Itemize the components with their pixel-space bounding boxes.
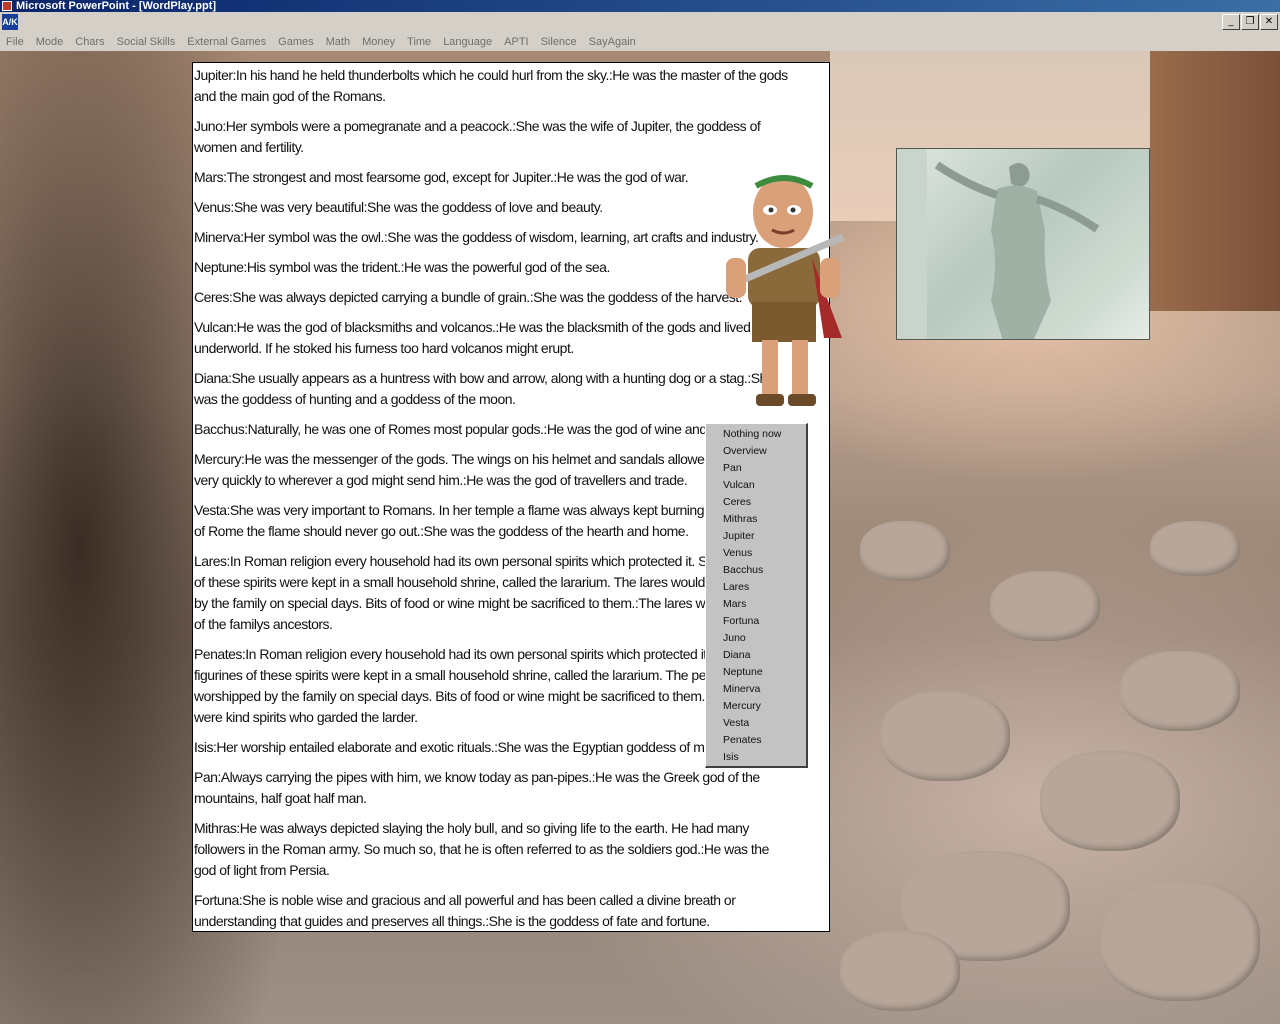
list-item-penates[interactable]: Penates bbox=[706, 732, 806, 749]
cobblestone bbox=[1100, 881, 1260, 1001]
god-description: Mithras:He was always depicted slaying t… bbox=[194, 820, 769, 878]
god-description: Penates:In Roman religion every househol… bbox=[194, 646, 794, 725]
god-description: Fortuna:She is noble wise and gracious a… bbox=[194, 892, 736, 929]
list-item-minerva[interactable]: Minerva bbox=[706, 681, 806, 698]
god-description: Vulcan:He was the god of blacksmiths and… bbox=[194, 319, 786, 356]
god-description: Mars:The strongest and most fearsome god… bbox=[194, 169, 689, 185]
menu-math[interactable]: Math bbox=[320, 36, 356, 48]
list-item-diana[interactable]: Diana bbox=[706, 647, 806, 664]
god-description: Lares:In Roman religion every household … bbox=[194, 553, 793, 632]
restore-button[interactable]: ❐ bbox=[1241, 14, 1259, 30]
menu-apti[interactable]: APTI bbox=[498, 36, 534, 48]
roman-soldier-icon bbox=[726, 175, 845, 406]
god-selection-list[interactable]: Nothing now Overview Pan Vulcan Ceres Mithras… bbox=[705, 423, 808, 768]
list-item-mars[interactable]: Mars bbox=[706, 596, 806, 613]
list-item-venus[interactable]: Venus bbox=[706, 545, 806, 562]
list-item-ceres[interactable]: Ceres bbox=[706, 494, 806, 511]
god-description: Isis:Her worship entailed elaborate and … bbox=[194, 739, 732, 755]
statue-figure-icon bbox=[897, 149, 1100, 339]
close-button[interactable]: ✕ bbox=[1260, 14, 1278, 30]
god-description: Pan:Always carrying the pipes with him, … bbox=[194, 769, 760, 806]
cobblestone bbox=[880, 691, 1010, 781]
menu-money[interactable]: Money bbox=[356, 36, 401, 48]
god-description: Jupiter:In his hand he held thunderbolts… bbox=[194, 67, 788, 104]
list-item-juno[interactable]: Juno bbox=[706, 630, 806, 647]
minimize-button[interactable]: _ bbox=[1222, 14, 1240, 30]
god-description: Ceres:She was always depicted carrying a… bbox=[194, 289, 743, 305]
god-description: Minerva:Her symbol was the owl.:She was … bbox=[194, 229, 759, 245]
title-bar: Microsoft PowerPoint - [WordPlay.ppt] bbox=[0, 0, 1280, 12]
god-description: Vesta:She was very important to Romans. … bbox=[194, 502, 783, 539]
menu-file[interactable]: File bbox=[0, 36, 30, 48]
god-description: Venus:She was very beautiful:She was the… bbox=[194, 199, 603, 215]
list-item-jupiter[interactable]: Jupiter bbox=[706, 528, 806, 545]
cobblestone bbox=[990, 571, 1100, 641]
god-description: Neptune:His symbol was the trident.:He w… bbox=[194, 259, 610, 275]
list-item-overview[interactable]: Overview bbox=[706, 443, 806, 460]
list-item-vulcan[interactable]: Vulcan bbox=[706, 477, 806, 494]
god-description: Diana:She usually appears as a huntress … bbox=[194, 370, 775, 407]
menu-silence[interactable]: Silence bbox=[535, 36, 583, 48]
list-item-isis[interactable]: Isis bbox=[706, 749, 806, 766]
menu-games[interactable]: Games bbox=[272, 36, 319, 48]
menu-sayagain[interactable]: SayAgain bbox=[583, 36, 642, 48]
menu-mode[interactable]: Mode bbox=[30, 36, 70, 48]
menu-social-skills[interactable]: Social Skills bbox=[111, 36, 182, 48]
cobblestone bbox=[840, 931, 960, 1011]
list-item-bacchus[interactable]: Bacchus bbox=[706, 562, 806, 579]
list-item-nothing-now[interactable]: Nothing now bbox=[706, 426, 806, 443]
caesar-character[interactable] bbox=[708, 172, 858, 420]
menu-time[interactable]: Time bbox=[401, 36, 437, 48]
document-window-strip: A/K _ ❐ ✕ bbox=[0, 12, 1280, 33]
menu-bar: File Mode Chars Social Skills External Games… bbox=[0, 32, 1280, 51]
list-item-lares[interactable]: Lares bbox=[706, 579, 806, 596]
cobblestone bbox=[1120, 651, 1240, 731]
list-item-mercury[interactable]: Mercury bbox=[706, 698, 806, 715]
list-item-pan[interactable]: Pan bbox=[706, 460, 806, 477]
cobblestone bbox=[860, 521, 950, 581]
list-item-fortuna[interactable]: Fortuna bbox=[706, 613, 806, 630]
powerpoint-app-icon[interactable] bbox=[2, 1, 12, 11]
window-title: Microsoft PowerPoint - [WordPlay.ppt] bbox=[16, 0, 217, 12]
list-item-neptune[interactable]: Neptune bbox=[706, 664, 806, 681]
background-ruin-wall bbox=[1150, 51, 1280, 311]
menu-external-games[interactable]: External Games bbox=[181, 36, 272, 48]
list-item-vesta[interactable]: Vesta bbox=[706, 715, 806, 732]
god-description: Juno:Her symbols were a pomegranate and … bbox=[194, 118, 761, 155]
god-description: Mercury:He was the messenger of the gods… bbox=[194, 451, 785, 488]
menu-language[interactable]: Language bbox=[437, 36, 498, 48]
cobblestone bbox=[1040, 751, 1180, 851]
god-description: Bacchus:Naturally, he was one of Romes m… bbox=[194, 421, 760, 437]
document-icon[interactable]: A/K bbox=[2, 14, 18, 30]
roman-goddess-statue-image bbox=[896, 148, 1150, 340]
menu-chars[interactable]: Chars bbox=[69, 36, 110, 48]
document-window-controls: _ ❐ ✕ bbox=[1222, 14, 1278, 30]
cobblestone bbox=[1150, 521, 1240, 576]
list-item-mithras[interactable]: Mithras bbox=[706, 511, 806, 528]
